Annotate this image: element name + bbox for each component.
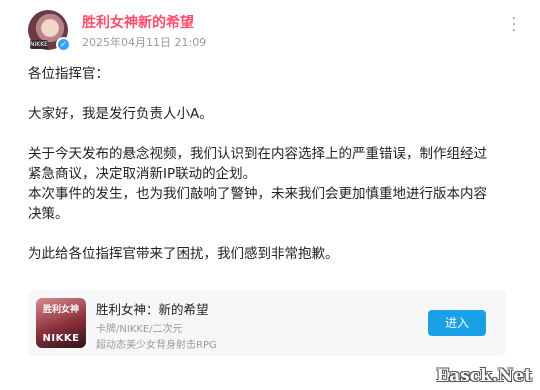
game-cover-title: 胜利女神 [42,305,79,315]
watermark: Easck.Net [436,366,532,386]
post-header: NIKKE ✓ 胜利女神新的希望 2025年04月11日 21:09 · · · [28,10,520,54]
post-time: 2025年04月11日 21:09 [82,36,207,49]
enter-button[interactable]: 进入 [428,310,486,336]
post-paragraph: 大家好，我是发行负责人小A。 [28,106,213,122]
post-paragraph: 关于今天发布的悬念视频，我们认识到在内容选择上的严重错误，制作组经过紧急商议，决… [28,146,487,182]
game-cover-logo: NIKKE [42,333,80,344]
more-vertical-icon[interactable]: · · · [508,12,520,38]
game-cover-image: 胜利女神 NIKKE [36,298,86,348]
post-paragraph: 本次事件的发生，也为我们敲响了警钟，未来我们会更加慎重地进行版本内容决策。 [28,186,487,222]
game-card[interactable]: 胜利女神 NIKKE 胜利女神：新的希望 卡牌/NIKKE/二次元 超动态美少女… [28,290,506,356]
game-description: 超动态美少女背身射击RPG [96,340,217,351]
post-paragraph: 为此给各位指挥官带来了困扰，我们感到非常抱歉。 [28,246,339,262]
game-tags: 卡牌/NIKKE/二次元 [96,324,183,335]
game-title: 胜利女神：新的希望 [96,302,209,317]
post-body: 各位指挥官： 大家好，我是发行负责人小A。 关于今天发布的悬念视频，我们认识到在… [28,64,498,264]
verified-badge-icon: ✓ [56,37,71,52]
author-avatar[interactable]: NIKKE ✓ [28,10,71,52]
post-greeting: 各位指挥官： [28,66,109,82]
avatar-tag: NIKKE [30,40,48,49]
author-name[interactable]: 胜利女神新的希望 [82,12,194,32]
